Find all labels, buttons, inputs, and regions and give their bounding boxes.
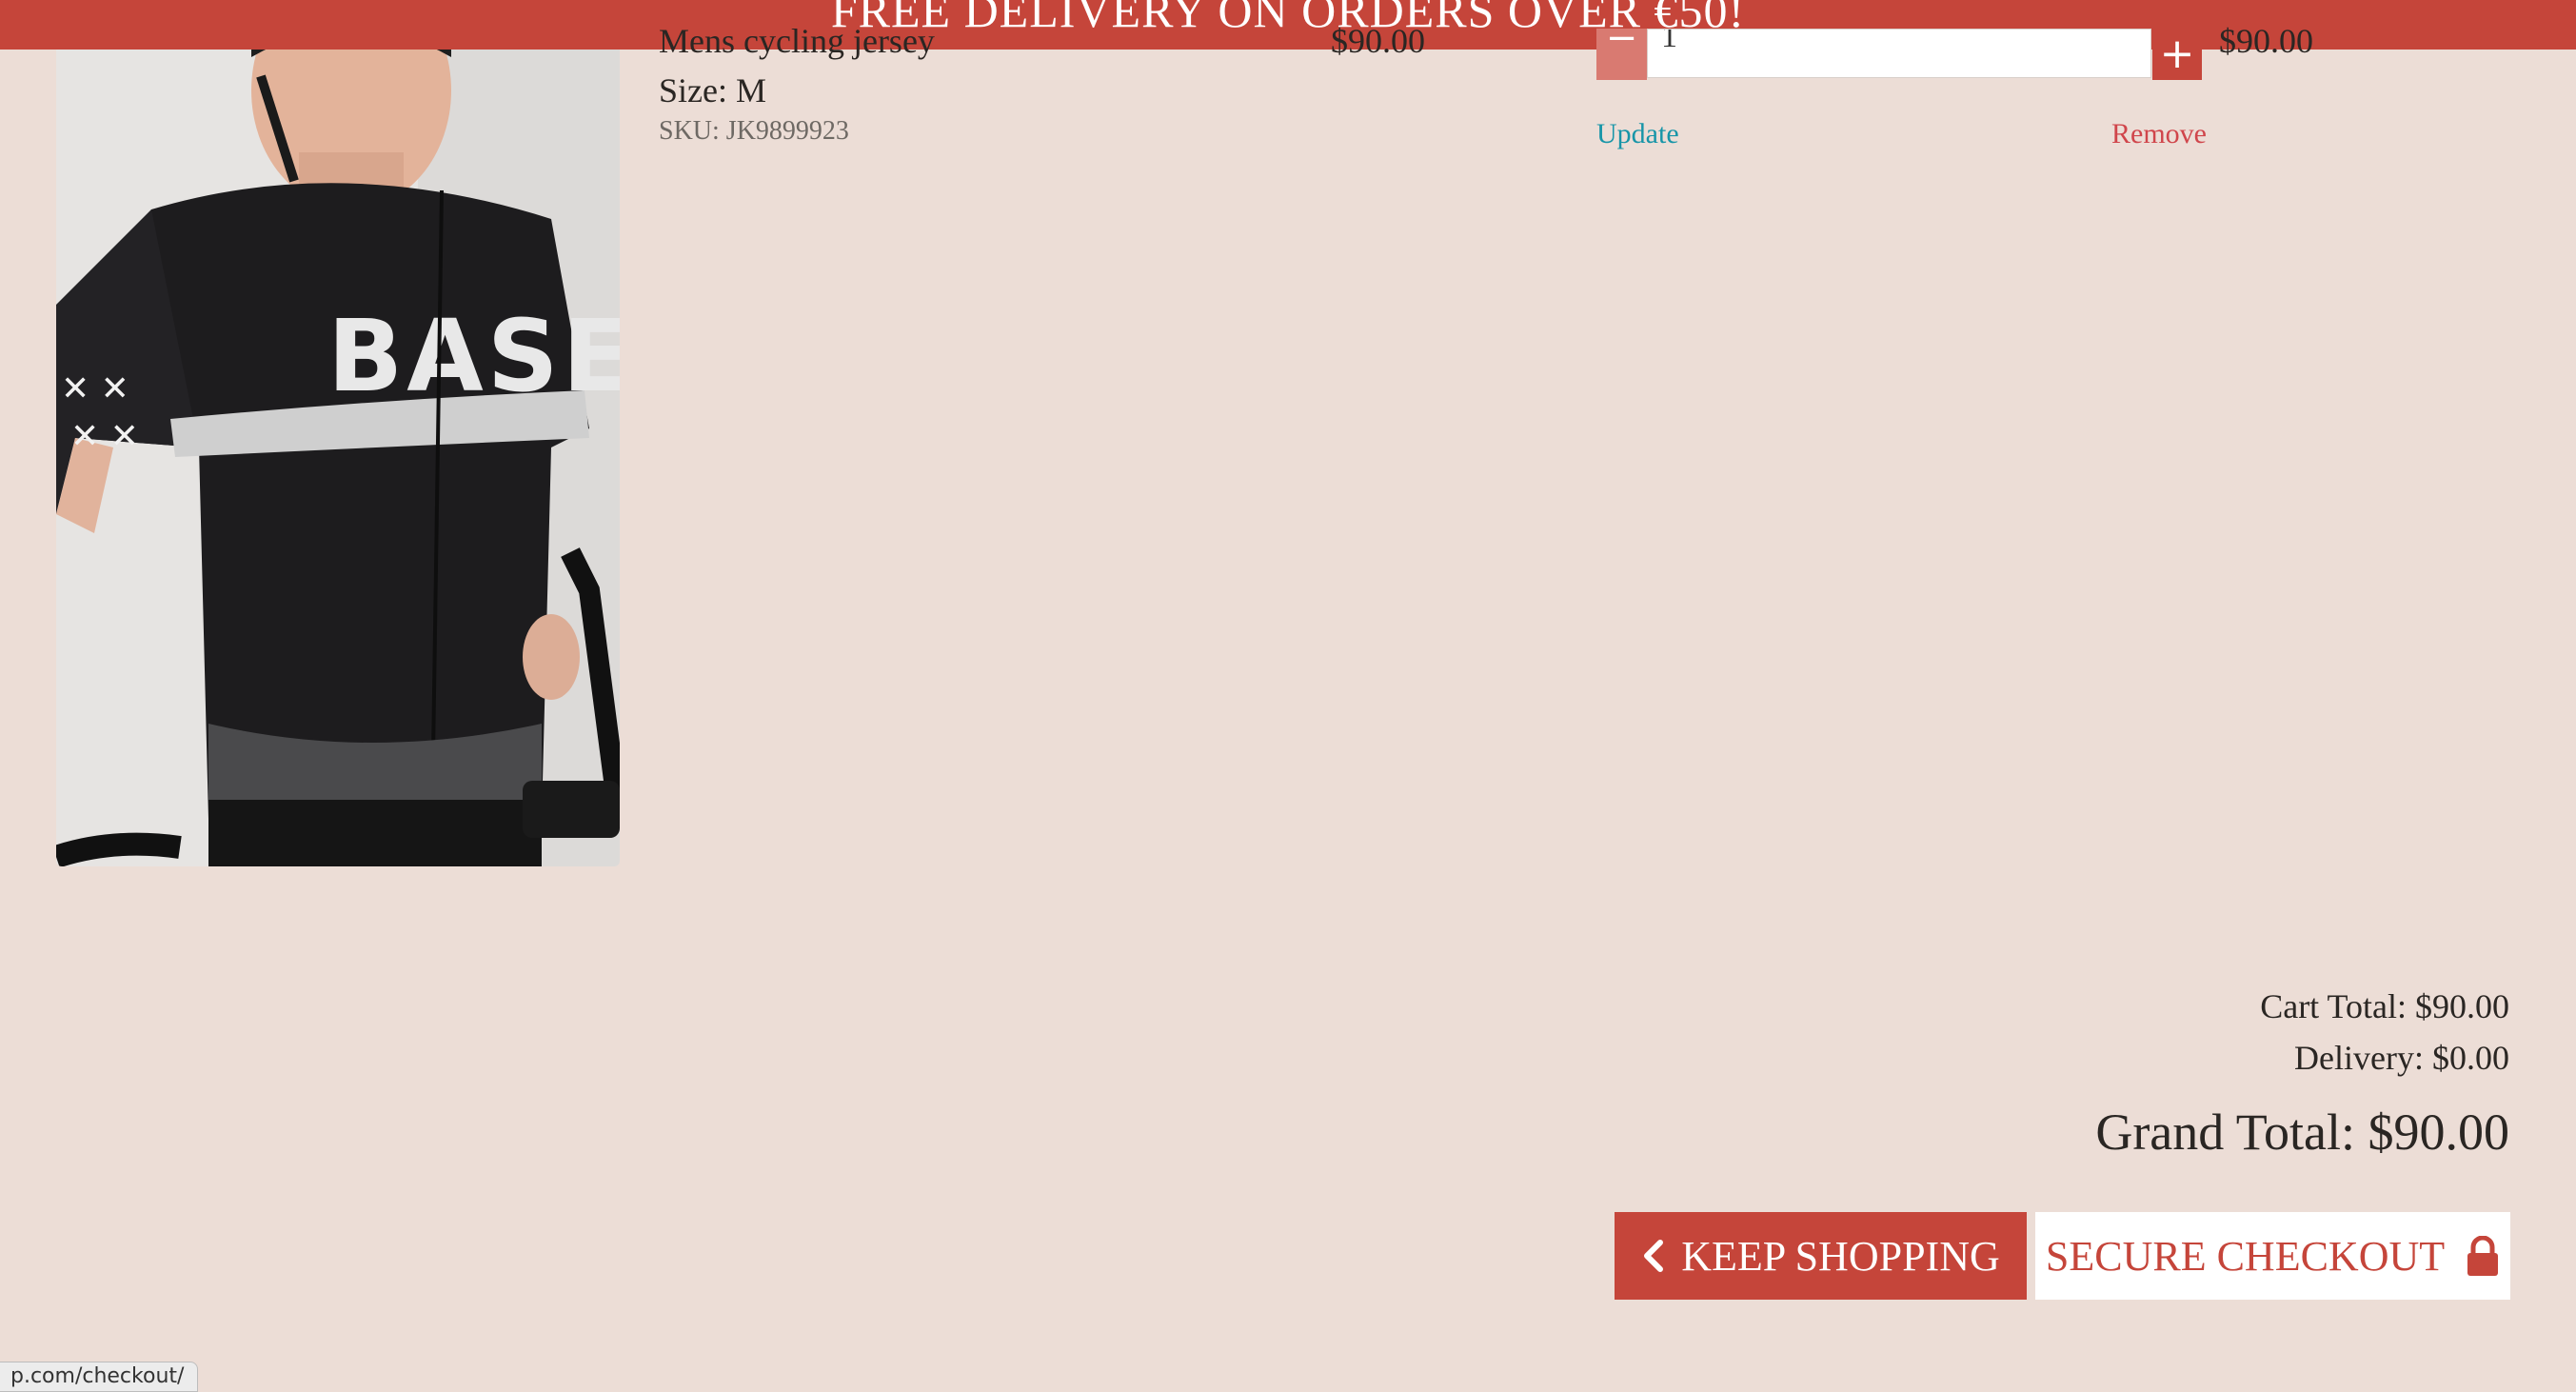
secure-checkout-label: SECURE CHECKOUT	[2045, 1232, 2446, 1280]
product-size: Size: M	[659, 71, 766, 109]
minus-icon: −	[1605, 16, 1638, 60]
unit-price: $90.00	[1331, 22, 1425, 60]
product-sku: SKU: JK9899923	[659, 116, 849, 146]
increase-quantity-button[interactable]: +	[2152, 29, 2202, 80]
secure-checkout-button[interactable]: SECURE CHECKOUT	[2035, 1212, 2510, 1300]
chevron-left-icon	[1641, 1240, 1664, 1272]
update-quantity-link[interactable]: Update	[1596, 118, 1679, 150]
grand-total: Grand Total: $90.00	[2095, 1104, 2509, 1161]
delivery-cost: Delivery: $0.00	[2294, 1039, 2509, 1077]
decrease-quantity-button[interactable]: −	[1596, 19, 1647, 80]
jersey-logo-text: BASE	[327, 298, 620, 414]
cart-total: Cart Total: $90.00	[2260, 987, 2509, 1025]
keep-shopping-button[interactable]: KEEP SHOPPING	[1615, 1212, 2027, 1300]
plus-icon: +	[2159, 30, 2195, 78]
remove-item-link[interactable]: Remove	[2111, 118, 2207, 150]
line-subtotal: $90.00	[2219, 22, 2313, 60]
quantity-input[interactable]: 1	[1647, 29, 2151, 78]
svg-text:✕ ✕: ✕ ✕	[70, 417, 139, 456]
order-totals: Cart Total: $90.00 Delivery: $0.00 Grand…	[2095, 981, 2509, 1162]
svg-text:✕ ✕: ✕ ✕	[61, 369, 129, 408]
lock-icon	[2466, 1236, 2500, 1276]
product-name: Mens cycling jersey	[659, 22, 935, 60]
product-image: ✕ ✕ ✕ ✕ BASE	[56, 0, 620, 866]
status-bar-url: p.com/checkout/	[0, 1362, 199, 1392]
keep-shopping-label: KEEP SHOPPING	[1681, 1232, 2000, 1280]
